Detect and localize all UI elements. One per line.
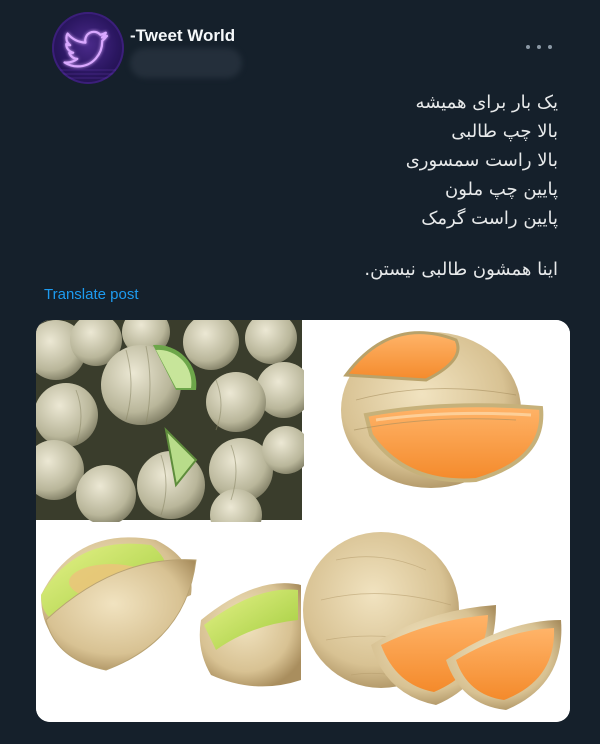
- tweet-closing-line: اینا همشون طالبی نیستن.: [364, 259, 558, 280]
- netted-melon-slices-photo[interactable]: [303, 522, 570, 722]
- avatar[interactable]: [52, 12, 124, 84]
- more-horizontal-icon[interactable]: [526, 40, 552, 54]
- media-grid[interactable]: [36, 320, 570, 722]
- tweet-line: پایین راست گرمک: [421, 208, 558, 229]
- twitter-bird-neon-icon: [60, 30, 116, 79]
- translate-post-link[interactable]: Translate post: [44, 286, 139, 303]
- blurred-handle: [130, 48, 242, 78]
- green-honeydew-photo[interactable]: [36, 522, 302, 722]
- melon-pile-photo[interactable]: [36, 320, 312, 541]
- tweet-line: بالا چپ طالبی: [451, 121, 558, 142]
- tweet-text: یک بار برای همیشه بالا چپ طالبی بالا راس…: [198, 88, 558, 284]
- tweet-line: پایین چپ ملون: [444, 179, 558, 200]
- author-name-row[interactable]: -Tweet World: [130, 26, 235, 46]
- display-name[interactable]: -Tweet World: [130, 26, 235, 46]
- orange-cantaloupe-photo[interactable]: [304, 320, 570, 520]
- tweet-line: بالا راست سمسوری: [405, 150, 558, 171]
- tweet-line: یک بار برای همیشه: [415, 92, 558, 113]
